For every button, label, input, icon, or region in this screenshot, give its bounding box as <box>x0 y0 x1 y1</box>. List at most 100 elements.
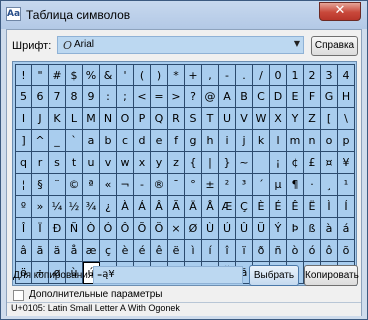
character-cell[interactable]: w <box>117 152 134 174</box>
character-cell[interactable]: ' <box>117 64 134 86</box>
character-cell[interactable]: ° <box>185 174 202 196</box>
character-cell[interactable]: 0 <box>270 64 287 86</box>
character-cell[interactable]: B <box>236 86 253 108</box>
character-cell[interactable]: 8 <box>66 86 83 108</box>
character-cell[interactable]: i <box>219 130 236 152</box>
character-cell[interactable]: Z <box>304 108 321 130</box>
character-cell[interactable]: T <box>202 108 219 130</box>
character-cell[interactable]: ¶ <box>287 174 304 196</box>
character-cell[interactable]: « <box>100 174 117 196</box>
character-cell[interactable]: # <box>49 64 66 86</box>
character-cell[interactable]: Ë <box>304 196 321 218</box>
character-cell[interactable]: Ñ <box>66 218 83 240</box>
character-cell[interactable]: ´ <box>253 174 270 196</box>
character-cell[interactable]: \ <box>338 108 355 130</box>
character-cell[interactable]: g <box>185 130 202 152</box>
character-cell[interactable]: R <box>168 108 185 130</box>
character-cell[interactable]: ¿ <box>100 196 117 218</box>
character-cell[interactable]: Ã <box>168 196 185 218</box>
character-cell[interactable]: × <box>168 218 185 240</box>
character-cell[interactable]: E <box>287 86 304 108</box>
character-cell[interactable]: | <box>202 152 219 174</box>
character-cell[interactable]: Ç <box>236 196 253 218</box>
character-cell[interactable]: · <box>304 174 321 196</box>
character-cell[interactable]: à <box>321 218 338 240</box>
character-cell[interactable]: Ô <box>117 218 134 240</box>
character-cell[interactable]: 9 <box>83 86 100 108</box>
character-cell[interactable]: 3 <box>321 64 338 86</box>
character-cell[interactable]: 2 <box>304 64 321 86</box>
character-cell[interactable]: ß <box>304 218 321 240</box>
character-cell[interactable]: å <box>66 240 83 262</box>
character-cell[interactable]: ® <box>151 174 168 196</box>
copy-input[interactable]: ₌ą¥ <box>93 266 243 284</box>
character-cell[interactable]: ã <box>32 240 49 262</box>
character-cell[interactable]: ë <box>168 240 185 262</box>
character-cell[interactable]: q <box>15 152 32 174</box>
character-cell[interactable]: Q <box>151 108 168 130</box>
character-cell[interactable]: . <box>236 64 253 86</box>
character-cell[interactable]: [ <box>321 108 338 130</box>
character-cell[interactable]: x <box>134 152 151 174</box>
character-cell[interactable]: À <box>117 196 134 218</box>
character-cell[interactable]: 7 <box>49 86 66 108</box>
character-cell[interactable]: o <box>321 130 338 152</box>
character-cell[interactable]: ! <box>15 64 32 86</box>
character-cell[interactable]: = <box>151 86 168 108</box>
character-cell[interactable]: r <box>32 152 49 174</box>
character-cell[interactable]: % <box>83 64 100 86</box>
character-cell[interactable]: µ <box>270 174 287 196</box>
character-cell[interactable]: ó <box>304 240 321 262</box>
character-cell[interactable]: ¢ <box>287 152 304 174</box>
character-cell[interactable]: D <box>270 86 287 108</box>
character-cell[interactable]: Ú <box>219 218 236 240</box>
character-cell[interactable]: ¼ <box>49 196 66 218</box>
character-cell[interactable]: 4 <box>338 64 355 86</box>
character-cell[interactable]: / <box>253 64 270 86</box>
character-cell[interactable]: õ <box>338 240 355 262</box>
character-cell[interactable]: Ð <box>49 218 66 240</box>
character-cell[interactable]: » <box>32 196 49 218</box>
character-cell[interactable]: Å <box>202 196 219 218</box>
character-cell[interactable]: a <box>83 130 100 152</box>
character-cell[interactable]: Î <box>15 218 32 240</box>
character-cell[interactable]: ³ <box>236 174 253 196</box>
help-button[interactable]: Справка <box>311 36 358 56</box>
character-cell[interactable]: é <box>134 240 151 262</box>
character-cell[interactable]: Ý <box>270 218 287 240</box>
character-cell[interactable]: O <box>117 108 134 130</box>
character-cell[interactable]: á <box>338 218 355 240</box>
character-cell[interactable]: : <box>100 86 117 108</box>
character-cell[interactable]: Â <box>151 196 168 218</box>
character-cell[interactable]: m <box>287 130 304 152</box>
character-cell[interactable]: Ï <box>32 218 49 240</box>
character-cell[interactable]: © <box>66 174 83 196</box>
character-cell[interactable]: í <box>202 240 219 262</box>
character-cell[interactable]: _ <box>49 130 66 152</box>
character-cell[interactable]: ï <box>236 240 253 262</box>
character-cell[interactable]: V <box>236 108 253 130</box>
character-cell[interactable]: Õ <box>134 218 151 240</box>
character-cell[interactable]: b <box>100 130 117 152</box>
character-cell[interactable]: X <box>270 108 287 130</box>
character-cell[interactable]: ¹ <box>338 174 355 196</box>
character-cell[interactable]: P <box>134 108 151 130</box>
character-cell[interactable]: F <box>304 86 321 108</box>
advanced-label[interactable]: Дополнительные параметры <box>29 289 162 300</box>
character-cell[interactable]: k <box>253 130 270 152</box>
character-cell[interactable]: ç <box>100 240 117 262</box>
character-cell[interactable]: Á <box>134 196 151 218</box>
character-cell[interactable]: ² <box>219 174 236 196</box>
character-cell[interactable]: Ê <box>287 196 304 218</box>
character-cell[interactable]: £ <box>304 152 321 174</box>
character-cell[interactable]: ì <box>185 240 202 262</box>
character-cell[interactable]: ô <box>321 240 338 262</box>
character-cell[interactable]: ~ <box>236 152 253 174</box>
character-cell[interactable]: è <box>117 240 134 262</box>
character-cell[interactable]: Þ <box>287 218 304 240</box>
character-cell[interactable]: ¯ <box>168 174 185 196</box>
character-cell[interactable]: } <box>219 152 236 174</box>
character-cell[interactable]: C <box>253 86 270 108</box>
character-cell[interactable]: ( <box>134 64 151 86</box>
character-cell[interactable]: 5 <box>15 86 32 108</box>
